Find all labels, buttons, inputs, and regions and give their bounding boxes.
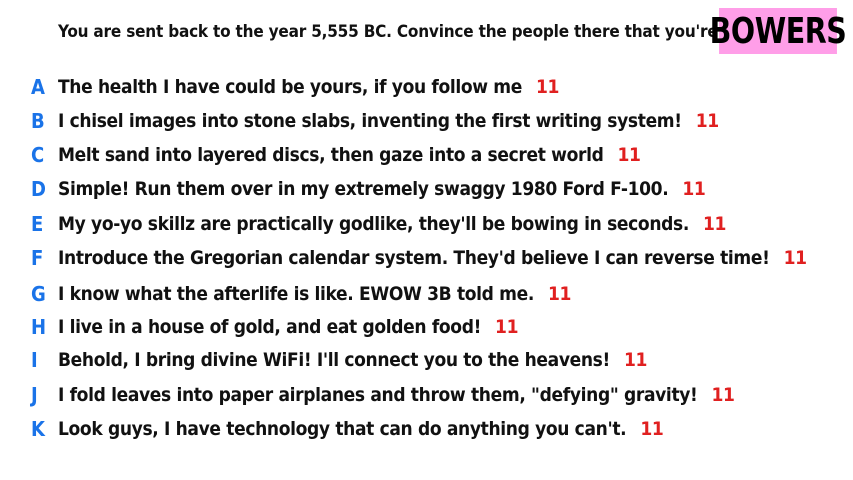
answer-list: A The health I have could be yours, if y… xyxy=(0,0,853,480)
answer-letter: C xyxy=(31,143,45,167)
answer-score: 11 xyxy=(548,283,572,305)
answer-score: 11 xyxy=(623,349,648,371)
answer-text: I fold leaves into paper airplanes and t… xyxy=(58,384,698,406)
answer-text-container: I know what the afterlife is like. EWOW … xyxy=(58,283,571,305)
answer-score: 11 xyxy=(682,178,706,200)
answer-text: Behold, I bring divine WiFi! I'll connec… xyxy=(58,349,610,371)
answer-text-container: I chisel images into stone slabs, invent… xyxy=(58,110,719,132)
answer-text: Introduce the Gregorian calendar system.… xyxy=(58,247,770,269)
answer-text-container: Introduce the Gregorian calendar system.… xyxy=(58,247,807,269)
answer-text-container: I fold leaves into paper airplanes and t… xyxy=(58,384,735,406)
answer-score: 11 xyxy=(695,110,719,132)
answer-text: The health I have could be yours, if you… xyxy=(58,76,523,98)
answer-text-container: The health I have could be yours, if you… xyxy=(58,76,559,98)
answer-letter: D xyxy=(31,177,46,201)
answer-text-container: Behold, I bring divine WiFi! I'll connec… xyxy=(58,349,647,371)
answer-text: Look guys, I have technology that can do… xyxy=(58,418,627,440)
answer-letter: E xyxy=(31,212,44,236)
answer-letter: F xyxy=(31,246,44,270)
answer-letter: I xyxy=(31,348,38,372)
answer-letter: A xyxy=(31,75,45,99)
answer-letter: G xyxy=(31,282,46,306)
answer-score: 11 xyxy=(617,144,641,166)
answer-letter: H xyxy=(31,315,47,339)
answer-text: I live in a house of gold, and eat golde… xyxy=(58,316,482,338)
answer-text: Melt sand into layered discs, then gaze … xyxy=(58,144,604,166)
answer-letter: K xyxy=(31,417,45,441)
answer-score: 11 xyxy=(703,213,727,235)
answer-text-container: Look guys, I have technology that can do… xyxy=(58,418,664,440)
answer-score: 11 xyxy=(536,76,560,98)
answer-text: I know what the afterlife is like. EWOW … xyxy=(58,283,535,305)
answer-text: Simple! Run them over in my extremely sw… xyxy=(58,178,669,200)
answer-text-container: Simple! Run them over in my extremely sw… xyxy=(58,178,706,200)
answer-text: I chisel images into stone slabs, invent… xyxy=(58,110,682,132)
answer-letter: B xyxy=(31,109,45,133)
answer-score: 11 xyxy=(711,384,735,406)
answer-score: 11 xyxy=(783,247,807,269)
answer-text: My yo-yo skillz are practically godlike,… xyxy=(58,213,690,235)
answer-score: 11 xyxy=(495,316,519,338)
answer-letter: J xyxy=(31,383,38,407)
answer-text-container: My yo-yo skillz are practically godlike,… xyxy=(58,213,726,235)
answer-text-container: Melt sand into layered discs, then gaze … xyxy=(58,144,641,166)
answer-score: 11 xyxy=(640,418,664,440)
answer-text-container: I live in a house of gold, and eat golde… xyxy=(58,316,518,338)
